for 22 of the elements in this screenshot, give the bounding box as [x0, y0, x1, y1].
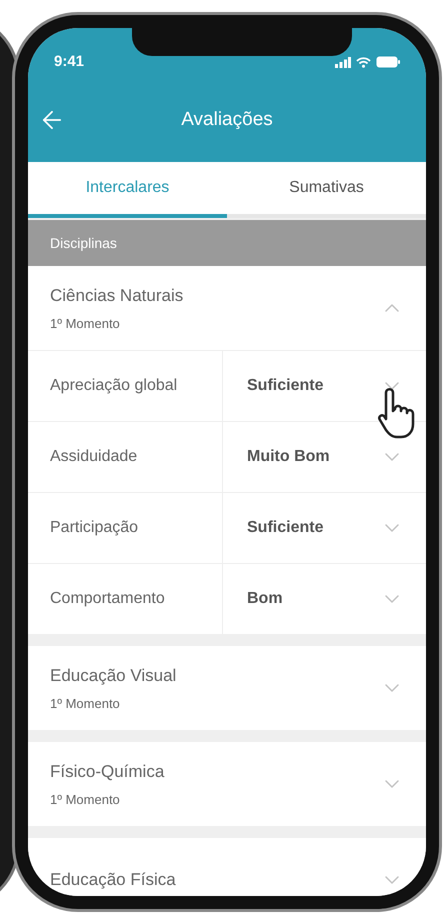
battery-icon — [376, 56, 400, 68]
subject-name: Ciências Naturais — [50, 284, 184, 306]
section-header: Disciplinas — [28, 220, 426, 266]
subject-name: Educação Visual — [50, 664, 178, 687]
grade-value: Bom — [246, 589, 284, 609]
subject-period: 1º Momento — [50, 791, 121, 809]
subject-name: Educação Física — [50, 869, 177, 892]
grade-value: Muito Bom — [246, 447, 331, 467]
signal-icon — [335, 56, 351, 68]
grade-value: Suficiente — [246, 518, 324, 538]
status-time: 9:41 — [54, 52, 84, 72]
subject-name: Físico-Química — [50, 760, 166, 782]
subject-row[interactable]: Ciências Naturais 1º Momento — [28, 266, 426, 350]
grade-value: Suficiente — [246, 376, 324, 396]
subject-period: 1º Momento — [50, 695, 121, 713]
subject-row[interactable]: Educação Visual 1º Momento — [28, 646, 426, 730]
wifi-icon — [356, 56, 371, 68]
screen-title: Avaliações — [180, 108, 274, 132]
criterion-label: Comportamento — [28, 564, 223, 634]
subject-row[interactable]: Educação Física — [28, 838, 426, 896]
subject-period: 1º Momento — [50, 315, 121, 333]
subject-row[interactable]: Físico-Química 1º Momento — [28, 742, 426, 826]
